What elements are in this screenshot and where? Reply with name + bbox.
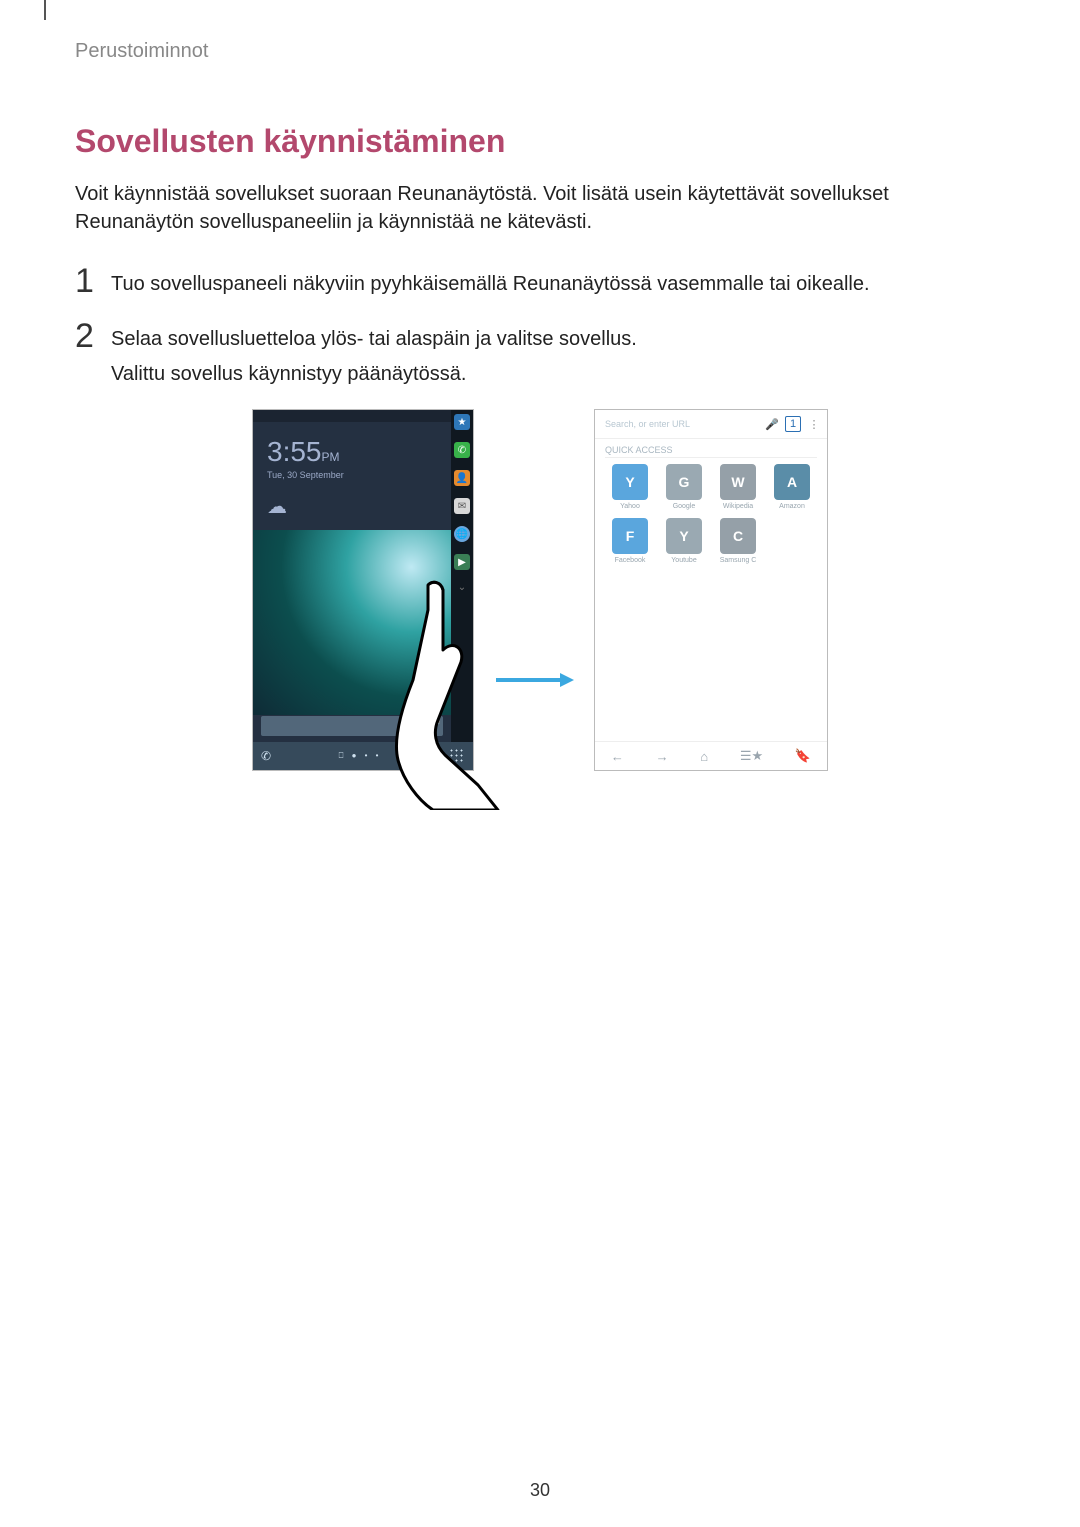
clock-date: Tue, 30 September	[267, 470, 344, 480]
clock: 3:55PM Tue, 30 September	[267, 436, 344, 480]
section-title: Sovellusten käynnistäminen	[75, 123, 1005, 160]
step-2-extra: Valittu sovellus käynnistyy päänäytössä.	[111, 360, 637, 389]
illustration: 3:55PM Tue, 30 September ☁ 🎤 ★ ✆ 👤 ✉ 🌐 ▶…	[75, 409, 1005, 771]
divider	[605, 457, 817, 458]
quick-tile-icon: C	[720, 518, 756, 554]
favorites-bar: ✆ ⎕ ● • •	[253, 742, 473, 770]
quick-tile[interactable]: W Wikipedia	[715, 464, 761, 510]
arrow-right-icon	[494, 672, 574, 688]
mic-icon[interactable]: 🎤	[765, 417, 779, 431]
clock-suffix: PM	[322, 450, 340, 464]
quick-tile-icon: W	[720, 464, 756, 500]
step-2-number: 2	[75, 319, 111, 353]
status-bar	[253, 410, 473, 422]
page-number: 30	[0, 1480, 1080, 1501]
quick-tile-icon: A	[774, 464, 810, 500]
step-2: 2 Selaa sovellusluetteloa ylös- tai alas…	[75, 319, 1005, 389]
quick-tile[interactable]: F Facebook	[607, 518, 653, 564]
dots: ⎕ ● • •	[339, 751, 382, 761]
clock-time: 3:55	[267, 436, 322, 467]
quick-tile-label: Amazon	[779, 503, 805, 510]
chevron-down-icon[interactable]: ⌄	[454, 582, 470, 592]
bookmarks-icon[interactable]: ☰★	[740, 748, 763, 764]
quick-tile-label: Yahoo	[620, 503, 640, 510]
bookmark-icon[interactable]: 🔖	[795, 748, 811, 764]
weather-icon: ☁	[267, 494, 287, 519]
contact-icon[interactable]: 👤	[454, 470, 470, 486]
quick-tile[interactable]: A Amazon	[769, 464, 815, 510]
intro-paragraph: Voit käynnistää sovellukset suoraan Reun…	[75, 180, 1005, 236]
step-1-text: Tuo sovelluspaneeli näkyviin pyyhkäisemä…	[111, 273, 870, 295]
quick-tile-label: Youtube	[671, 557, 696, 564]
mic-icon: 🎤	[427, 719, 439, 733]
quick-access-grid: Y Yahoo G Google W Wikipedia A Amazon F Facebook Y…	[595, 464, 827, 564]
quick-tile[interactable]: Y Youtube	[661, 518, 707, 564]
store-icon[interactable]: ▶	[454, 554, 470, 570]
mail-icon[interactable]: ✉	[454, 498, 470, 514]
url-bar[interactable]: Search, or enter URL	[601, 416, 759, 432]
step-1-number: 1	[75, 264, 111, 298]
star-icon[interactable]: ★	[454, 414, 470, 430]
quick-tile-icon: Y	[612, 464, 648, 500]
forward-icon[interactable]: →	[656, 749, 669, 764]
quick-tile-icon: G	[666, 464, 702, 500]
home-icon[interactable]: ⌂	[700, 749, 708, 764]
quick-tile-label: Wikipedia	[723, 503, 753, 510]
quick-tile-icon: Y	[666, 518, 702, 554]
quick-tile-label: Samsung C	[720, 557, 757, 564]
browser-toolbar: Search, or enter URL 🎤 1 ⋮	[595, 410, 827, 439]
step-2-text: Selaa sovellusluetteloa ylös- tai alaspä…	[111, 328, 637, 350]
step-1: 1 Tuo sovelluspaneeli näkyviin pyyhkäise…	[75, 264, 1005, 299]
back-icon[interactable]: ←	[611, 749, 624, 764]
quick-tile[interactable]: G Google	[661, 464, 707, 510]
chapter-label: Perustoiminnot	[75, 40, 1005, 63]
quick-tile[interactable]: Y Yahoo	[607, 464, 653, 510]
quick-tile-label: Google	[673, 503, 696, 510]
quick-tile-icon: F	[612, 518, 648, 554]
phone-icon[interactable]: ✆	[454, 442, 470, 458]
more-icon[interactable]: ⋮	[807, 417, 821, 431]
page-tab-mark	[44, 0, 46, 20]
browser-bottom-bar: ← → ⌂ ☰★ 🔖	[595, 741, 827, 770]
google-search-bar[interactable]: 🎤	[261, 716, 443, 736]
tabs-icon[interactable]: 1	[785, 416, 801, 432]
quick-tile[interactable]: C Samsung C	[715, 518, 761, 564]
edge-panel[interactable]: ★ ✆ 👤 ✉ 🌐 ▶ ⌄	[451, 410, 473, 742]
wallpaper	[253, 530, 451, 715]
quick-access-label: QUICK ACCESS	[595, 439, 827, 457]
phone-home-screen: 3:55PM Tue, 30 September ☁ 🎤 ★ ✆ 👤 ✉ 🌐 ▶…	[252, 409, 474, 771]
call-icon[interactable]: ✆	[261, 749, 271, 763]
browser-icon[interactable]: 🌐	[454, 526, 470, 542]
phone-browser-screen: Search, or enter URL 🎤 1 ⋮ QUICK ACCESS …	[594, 409, 828, 771]
quick-tile-label: Facebook	[615, 557, 646, 564]
apps-icon[interactable]	[449, 748, 465, 764]
